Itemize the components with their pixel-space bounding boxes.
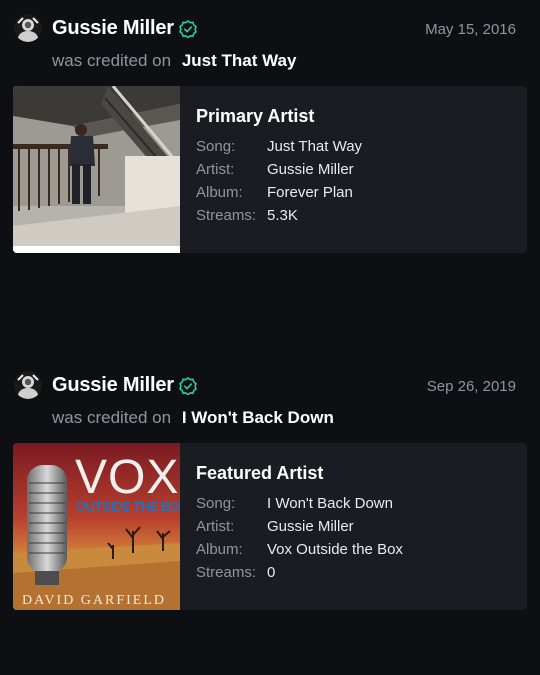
song-title-link[interactable]: I Won't Back Down: [182, 408, 334, 427]
detail-label: Streams:: [196, 564, 257, 581]
credit-line: was credited on I Won't Back Down: [52, 408, 334, 428]
detail-label: Artist:: [196, 161, 235, 178]
detail-label: Song:: [196, 138, 236, 155]
detail-value: I Won't Back Down: [267, 495, 393, 512]
credited-text: was credited on: [52, 51, 172, 70]
artist-name[interactable]: Gussie Miller: [52, 17, 174, 40]
svg-text:DAVID GARFIELD: DAVID GARFIELD: [22, 593, 166, 608]
feed-item[interactable]: Gussie Miller May 15, 2016 was credited …: [0, 12, 540, 253]
artist-name[interactable]: Gussie Miller: [52, 374, 174, 397]
detail-label: Album:: [196, 541, 243, 558]
detail-value: Vox Outside the Box: [267, 541, 403, 558]
song-title-link[interactable]: Just That Way: [182, 51, 297, 70]
credit-date: May 15, 2016: [425, 21, 516, 38]
credit-line: was credited on Just That Way: [52, 51, 296, 71]
svg-text:VOX: VOX: [75, 451, 179, 504]
feed-item-header: Gussie Miller Sep 26, 2019: [0, 369, 540, 401]
detail-value: Gussie Miller: [267, 161, 354, 178]
detail-label: Streams:: [196, 207, 257, 224]
detail-value: Forever Plan: [267, 184, 353, 201]
detail-value: Gussie Miller: [267, 518, 354, 535]
verified-badge-icon: [179, 377, 197, 396]
credit-role: Primary Artist: [196, 106, 315, 126]
album-art-image[interactable]: [13, 86, 182, 253]
credit-card[interactable]: Primary Artist Song: Just That Way Artis…: [13, 86, 527, 253]
credit-date: Sep 26, 2019: [426, 378, 516, 395]
credit-card[interactable]: VOX OUTSIDE THE BOX DAVID GARFIELD Featu…: [13, 443, 527, 610]
credit-role: Featured Artist: [196, 463, 324, 483]
detail-label: Artist:: [196, 518, 235, 535]
detail-label: Song:: [196, 495, 236, 512]
feed-item-header: Gussie Miller May 15, 2016: [0, 12, 540, 44]
album-art-image[interactable]: VOX OUTSIDE THE BOX DAVID GARFIELD: [13, 443, 189, 610]
feed-item[interactable]: Gussie Miller Sep 26, 2019 was credited …: [0, 369, 540, 610]
verified-badge-icon: [179, 20, 197, 39]
detail-label: Album:: [196, 184, 243, 201]
detail-value: 0: [267, 564, 276, 581]
detail-value: 5.3K: [267, 207, 298, 224]
detail-value: Just That Way: [267, 138, 363, 155]
avatar[interactable]: [14, 14, 42, 42]
credited-text: was credited on: [52, 408, 172, 427]
avatar[interactable]: [14, 371, 42, 399]
svg-text:OUTSIDE THE BOX: OUTSIDE THE BOX: [76, 499, 180, 514]
